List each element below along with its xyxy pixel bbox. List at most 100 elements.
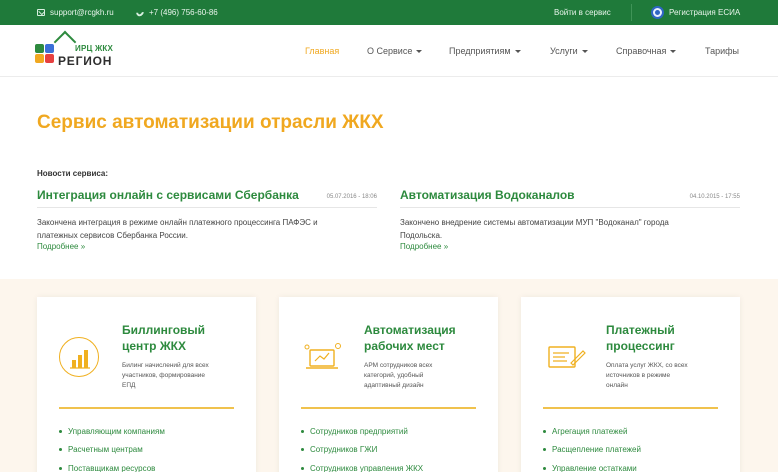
logo-roof-icon xyxy=(53,30,77,54)
nav-label[interactable]: Главная xyxy=(305,46,339,56)
card-title-line[interactable]: Платежный xyxy=(606,322,736,338)
card-title[interactable]: Биллинговый центр ЖКХ xyxy=(122,322,252,354)
page-title: Сервис автоматизации отрасли ЖКХ xyxy=(37,112,384,133)
news-item: Интеграция онлайн с сервисами Сбербанка … xyxy=(37,188,377,251)
card-title[interactable]: Автоматизация рабочих мест xyxy=(364,322,494,354)
card-desc-line: АРМ сотрудников всех xyxy=(364,362,433,369)
bullet-icon xyxy=(59,429,62,433)
login-label[interactable]: Войти в сервис xyxy=(554,8,611,17)
nav-item-tariffs[interactable]: Тарифы xyxy=(705,25,739,77)
login-link[interactable]: Войти в сервис xyxy=(554,0,611,25)
nav-label[interactable]: О Сервисе xyxy=(367,46,412,56)
list-item-label[interactable]: Расщепление платежей xyxy=(552,445,641,454)
list-item[interactable]: Сотрудников предприятий xyxy=(301,422,423,441)
card-divider xyxy=(301,407,476,409)
list-item-label[interactable]: Сотрудников ГЖИ xyxy=(310,445,377,454)
card-title-line[interactable]: центр ЖКХ xyxy=(122,338,252,354)
nav-label[interactable]: Тарифы xyxy=(705,46,739,56)
billing-chart-icon xyxy=(59,337,99,377)
service-card-payments[interactable]: Платежный процессинг Оплата услуг ЖКХ, с… xyxy=(521,297,740,472)
card-desc-line: Оплата услуг ЖКХ, со всех xyxy=(606,362,688,369)
read-more-link[interactable]: Подробнее » xyxy=(400,242,740,251)
list-item[interactable]: Сотрудников ГЖИ xyxy=(301,441,423,460)
news-text-line: Закончена интеграция в режиме онлайн пла… xyxy=(37,218,318,227)
bullet-icon xyxy=(59,466,62,470)
workplace-laptop-icon xyxy=(301,337,341,377)
card-divider xyxy=(59,407,234,409)
bullet-icon xyxy=(543,466,546,470)
bullet-icon xyxy=(543,429,546,433)
chevron-down-icon xyxy=(581,49,588,53)
card-desc-line: источников в режиме xyxy=(606,372,671,379)
chevron-down-icon xyxy=(670,49,677,53)
card-divider xyxy=(543,407,718,409)
list-item-label[interactable]: Сотрудников управления ЖКХ xyxy=(310,464,423,472)
card-description: АРМ сотрудников всех категорий, удобный … xyxy=(364,361,476,391)
news-date: 04.10.2015 - 17:55 xyxy=(689,194,740,200)
service-card-billing[interactable]: Биллинговый центр ЖКХ Билинг начислений … xyxy=(37,297,256,472)
card-title-line[interactable]: Биллинговый xyxy=(122,322,252,338)
logo-square-orange xyxy=(35,54,44,63)
site-logo[interactable]: ИРЦ ЖКХ РЕГИОН xyxy=(35,30,115,72)
main-header: ИРЦ ЖКХ РЕГИОН Главная О Сервисе Предпри… xyxy=(0,25,778,77)
logo-title: РЕГИОН xyxy=(58,54,113,68)
list-item-label[interactable]: Расчетным центрам xyxy=(68,445,143,454)
list-item-label[interactable]: Агрегация платежей xyxy=(552,427,627,436)
nav-item-about[interactable]: О Сервисе xyxy=(367,25,423,77)
list-item-label[interactable]: Поставщикам ресурсов xyxy=(68,464,155,472)
chevron-down-icon xyxy=(514,49,521,53)
nav-label[interactable]: Услуги xyxy=(550,46,578,56)
card-title-line[interactable]: рабочих мест xyxy=(364,338,494,354)
card-description: Оплата услуг ЖКХ, со всех источников в р… xyxy=(606,361,718,391)
bullet-icon xyxy=(301,448,304,452)
list-item[interactable]: Сотрудников управления ЖКХ xyxy=(301,459,423,472)
service-card-workplaces[interactable]: Автоматизация рабочих мест АРМ сотрудник… xyxy=(279,297,498,472)
news-title[interactable]: Интеграция онлайн с сервисами Сбербанка xyxy=(37,188,299,202)
topbar: support@rcgkh.ru +7 (496) 756-60-86 Войт… xyxy=(0,0,778,25)
list-item-label[interactable]: Управление остатками xyxy=(552,464,637,472)
phone-link[interactable]: +7 (496) 756-60-86 xyxy=(134,0,218,25)
envelope-icon xyxy=(37,9,45,16)
news-section-label: Новости сервиса: xyxy=(37,169,109,178)
list-item-label[interactable]: Сотрудников предприятий xyxy=(310,427,408,436)
list-item-label[interactable]: Управляющим компаниям xyxy=(68,427,165,436)
bullet-icon xyxy=(301,429,304,433)
card-desc-line: онлайн xyxy=(606,382,628,389)
topbar-divider xyxy=(631,4,632,21)
phone-number[interactable]: +7 (496) 756-60-86 xyxy=(149,8,218,17)
support-email-link[interactable]: support@rcgkh.ru xyxy=(37,0,114,25)
logo-square-red xyxy=(45,54,54,63)
nav-label[interactable]: Справочная xyxy=(616,46,666,56)
nav-item-reference[interactable]: Справочная xyxy=(616,25,677,77)
list-item[interactable]: Управление остатками xyxy=(543,459,641,472)
card-title-line[interactable]: процессинг xyxy=(606,338,736,354)
card-title[interactable]: Платежный процессинг xyxy=(606,322,736,354)
news-item: Автоматизация Водоканалов 04.10.2015 - 1… xyxy=(400,188,740,251)
nav-item-services[interactable]: Услуги xyxy=(550,25,588,77)
read-more-link[interactable]: Подробнее » xyxy=(37,242,377,251)
phone-icon xyxy=(134,7,146,18)
bullet-icon xyxy=(59,448,62,452)
logo-subtitle: ИРЦ ЖКХ xyxy=(75,44,114,53)
support-email[interactable]: support@rcgkh.ru xyxy=(50,8,114,17)
esia-label[interactable]: Регистрация ЕСИА xyxy=(669,8,740,17)
logo-square-blue xyxy=(45,44,54,53)
chevron-down-icon xyxy=(416,49,423,53)
card-desc-line: ЕПД xyxy=(122,382,136,389)
logo-square-green xyxy=(35,44,44,53)
news-text-line: платежных сервисов Сбербанка России. xyxy=(37,231,188,240)
news-text: Закончено внедрение системы автоматизаци… xyxy=(400,216,740,242)
nav-label[interactable]: Предприятиям xyxy=(449,46,511,56)
list-item[interactable]: Поставщикам ресурсов xyxy=(59,459,165,472)
news-title[interactable]: Автоматизация Водоканалов xyxy=(400,188,575,202)
list-item[interactable]: Агрегация платежей xyxy=(543,422,641,441)
list-item[interactable]: Управляющим компаниям xyxy=(59,422,165,441)
list-item[interactable]: Расщепление платежей xyxy=(543,441,641,460)
nav-item-home[interactable]: Главная xyxy=(305,25,339,77)
nav-item-enterprises[interactable]: Предприятиям xyxy=(449,25,521,77)
payment-card-icon xyxy=(543,337,586,377)
news-date: 05.07.2016 - 18:06 xyxy=(326,194,377,200)
list-item[interactable]: Расчетным центрам xyxy=(59,441,165,460)
card-title-line[interactable]: Автоматизация xyxy=(364,322,494,338)
esia-registration-link[interactable]: Регистрация ЕСИА xyxy=(651,0,740,25)
